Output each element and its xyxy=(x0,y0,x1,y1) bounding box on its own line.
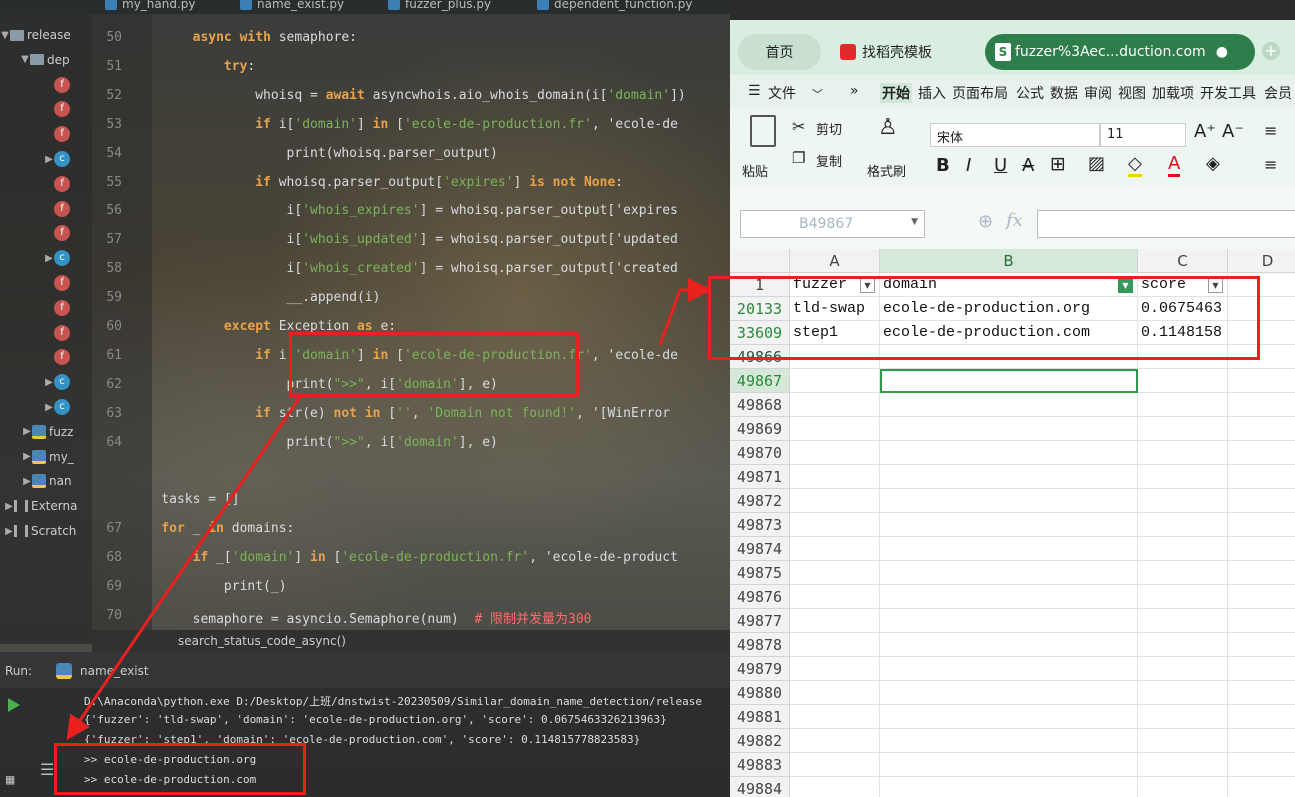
arrow-to-sheet xyxy=(658,278,712,346)
arrow-code-to-console xyxy=(66,396,302,740)
annotation-arrows xyxy=(66,278,712,740)
